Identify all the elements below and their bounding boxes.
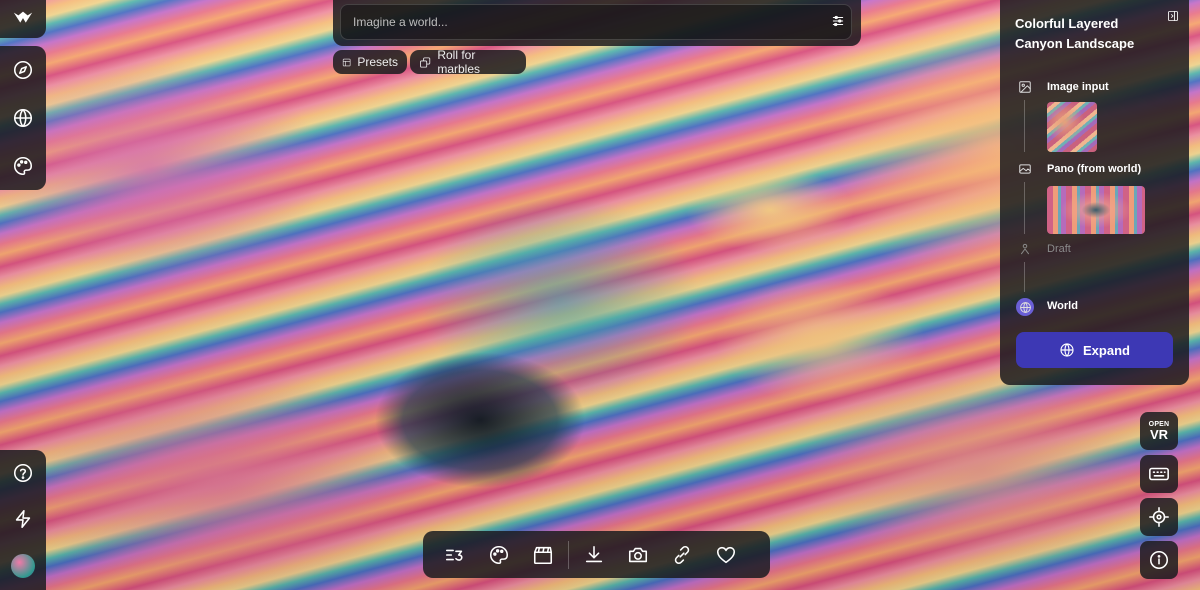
step-connector	[1024, 262, 1025, 292]
palette-icon[interactable]	[477, 535, 521, 575]
bottom-toolbar	[423, 531, 770, 578]
lightning-icon[interactable]	[12, 508, 34, 530]
roll-for-marbles-button[interactable]: Roll for marbles	[410, 48, 526, 76]
clapperboard-icon[interactable]	[521, 535, 565, 575]
expand-label: Expand	[1083, 342, 1130, 358]
vr-big-label: VR	[1149, 427, 1169, 442]
timeline-icon[interactable]	[433, 535, 477, 575]
presets-button[interactable]: Presets	[333, 50, 407, 74]
step-connector	[1024, 100, 1025, 152]
link-icon[interactable]	[660, 535, 704, 575]
keyboard-button[interactable]	[1140, 455, 1178, 493]
image-icon	[1017, 79, 1033, 95]
collapse-panel-icon[interactable]	[1167, 10, 1179, 22]
layout-icon	[342, 58, 351, 66]
crosshair-icon	[1148, 506, 1170, 528]
avatar[interactable]	[11, 554, 35, 578]
expand-button[interactable]: Expand	[1016, 332, 1173, 368]
keyboard-icon	[1148, 463, 1170, 485]
prompt-input[interactable]	[340, 4, 852, 40]
sliders-icon[interactable]	[831, 14, 845, 28]
heart-icon[interactable]	[704, 535, 748, 575]
globe-icon	[1016, 298, 1034, 316]
palette-icon[interactable]	[12, 155, 34, 177]
presets-label: Presets	[357, 55, 398, 69]
logo-icon	[12, 8, 34, 30]
info-icon	[1148, 549, 1170, 571]
step-label-pano: Pano (from world)	[1047, 163, 1142, 175]
globe-icon	[1060, 343, 1074, 357]
panorama-icon	[1017, 161, 1033, 177]
download-icon[interactable]	[572, 535, 616, 575]
toolbar-divider	[568, 540, 569, 569]
step-label-world: World	[1047, 300, 1078, 312]
step-label-draft: Draft	[1047, 243, 1071, 255]
roll-label: Roll for marbles	[437, 48, 481, 76]
image-input-thumbnail[interactable]	[1047, 102, 1097, 152]
left-bottom-nav	[0, 450, 46, 590]
globe-icon[interactable]	[12, 107, 34, 129]
prompt-bar	[333, 0, 861, 46]
help-icon[interactable]	[12, 462, 34, 484]
step-connector	[1024, 182, 1025, 234]
pano-thumbnail[interactable]	[1047, 186, 1145, 234]
panel-title: Colorful Layered Canyon Landscape	[1015, 16, 1135, 51]
compass-icon[interactable]	[12, 59, 34, 81]
person-icon	[1017, 241, 1033, 257]
camera-icon[interactable]	[616, 535, 660, 575]
dice-icon	[420, 56, 431, 68]
open-vr-button[interactable]: OPEN VR	[1140, 412, 1178, 450]
info-button[interactable]	[1140, 541, 1178, 579]
world-details-panel: Colorful Layered Canyon Landscape Image …	[1000, 0, 1189, 385]
left-nav	[0, 46, 46, 190]
step-label-image-input: Image input	[1047, 81, 1109, 93]
logo[interactable]	[0, 0, 46, 38]
recenter-button[interactable]	[1140, 498, 1178, 536]
